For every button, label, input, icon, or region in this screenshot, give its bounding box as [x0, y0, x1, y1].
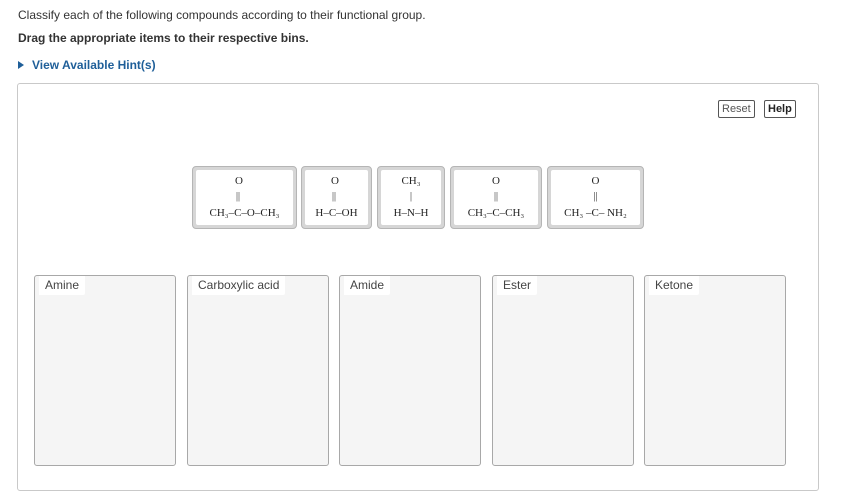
tile-3-formula: H–N–H — [393, 207, 429, 219]
compound-tile-5[interactable]: O || CH₃ –C– NH₂ — [547, 166, 644, 229]
tile-3-methyl: CH₃ — [401, 175, 421, 187]
bin-ketone[interactable]: Ketone — [644, 275, 786, 466]
tile-5-double-bond: || — [593, 191, 598, 202]
bin-amide[interactable]: Amide — [339, 275, 481, 466]
view-hints-link[interactable]: View Available Hint(s) — [16, 58, 156, 72]
tile-5-formula: CH₃ –C– NH₂ — [564, 207, 627, 219]
tile-3-single-bond: | — [409, 191, 412, 202]
bin-ester-label: Ester — [497, 276, 538, 295]
tile-1-formula: CH₃–C–O–CH₃ — [209, 207, 280, 219]
instruction-text: Drag the appropriate items to their resp… — [18, 31, 309, 45]
bin-carboxylic-acid-label: Carboxylic acid — [192, 276, 286, 295]
tile-2-oxygen: O — [331, 175, 339, 187]
compound-tile-3[interactable]: CH₃ | H–N–H — [377, 166, 445, 229]
compound-tile-4[interactable]: O || CH₃–C–CH₃ — [450, 166, 542, 229]
compound-tile-1[interactable]: O || CH₃–C–O–CH₃ — [192, 166, 297, 229]
question-text: Classify each of the following compounds… — [18, 8, 426, 22]
bin-amide-label: Amide — [344, 276, 391, 295]
tile-4-double-bond: || — [493, 191, 498, 202]
bin-ester[interactable]: Ester — [492, 275, 634, 466]
tile-1-oxygen: O — [235, 175, 243, 187]
tile-2-double-bond: || — [332, 191, 337, 202]
compound-tile-2[interactable]: O || H–C–OH — [301, 166, 372, 229]
tile-1-double-bond: || — [236, 191, 241, 202]
reset-button[interactable]: Reset — [718, 100, 755, 118]
view-hints-label: View Available Hint(s) — [32, 58, 156, 72]
bin-amine[interactable]: Amine — [34, 275, 176, 466]
bin-carboxylic-acid[interactable]: Carboxylic acid — [187, 275, 329, 466]
tile-4-oxygen: O — [492, 175, 500, 187]
tile-5-oxygen: O — [591, 175, 600, 187]
help-button[interactable]: Help — [764, 100, 796, 118]
bin-amine-label: Amine — [39, 276, 86, 295]
tile-4-formula: CH₃–C–CH₃ — [467, 207, 525, 219]
tile-2-formula: H–C–OH — [315, 207, 358, 219]
drag-drop-panel: Reset Help O || CH₃–C–O–CH₃ O || H–C–OH … — [17, 83, 819, 491]
expand-triangle-icon — [18, 61, 24, 69]
bin-ketone-label: Ketone — [649, 276, 700, 295]
